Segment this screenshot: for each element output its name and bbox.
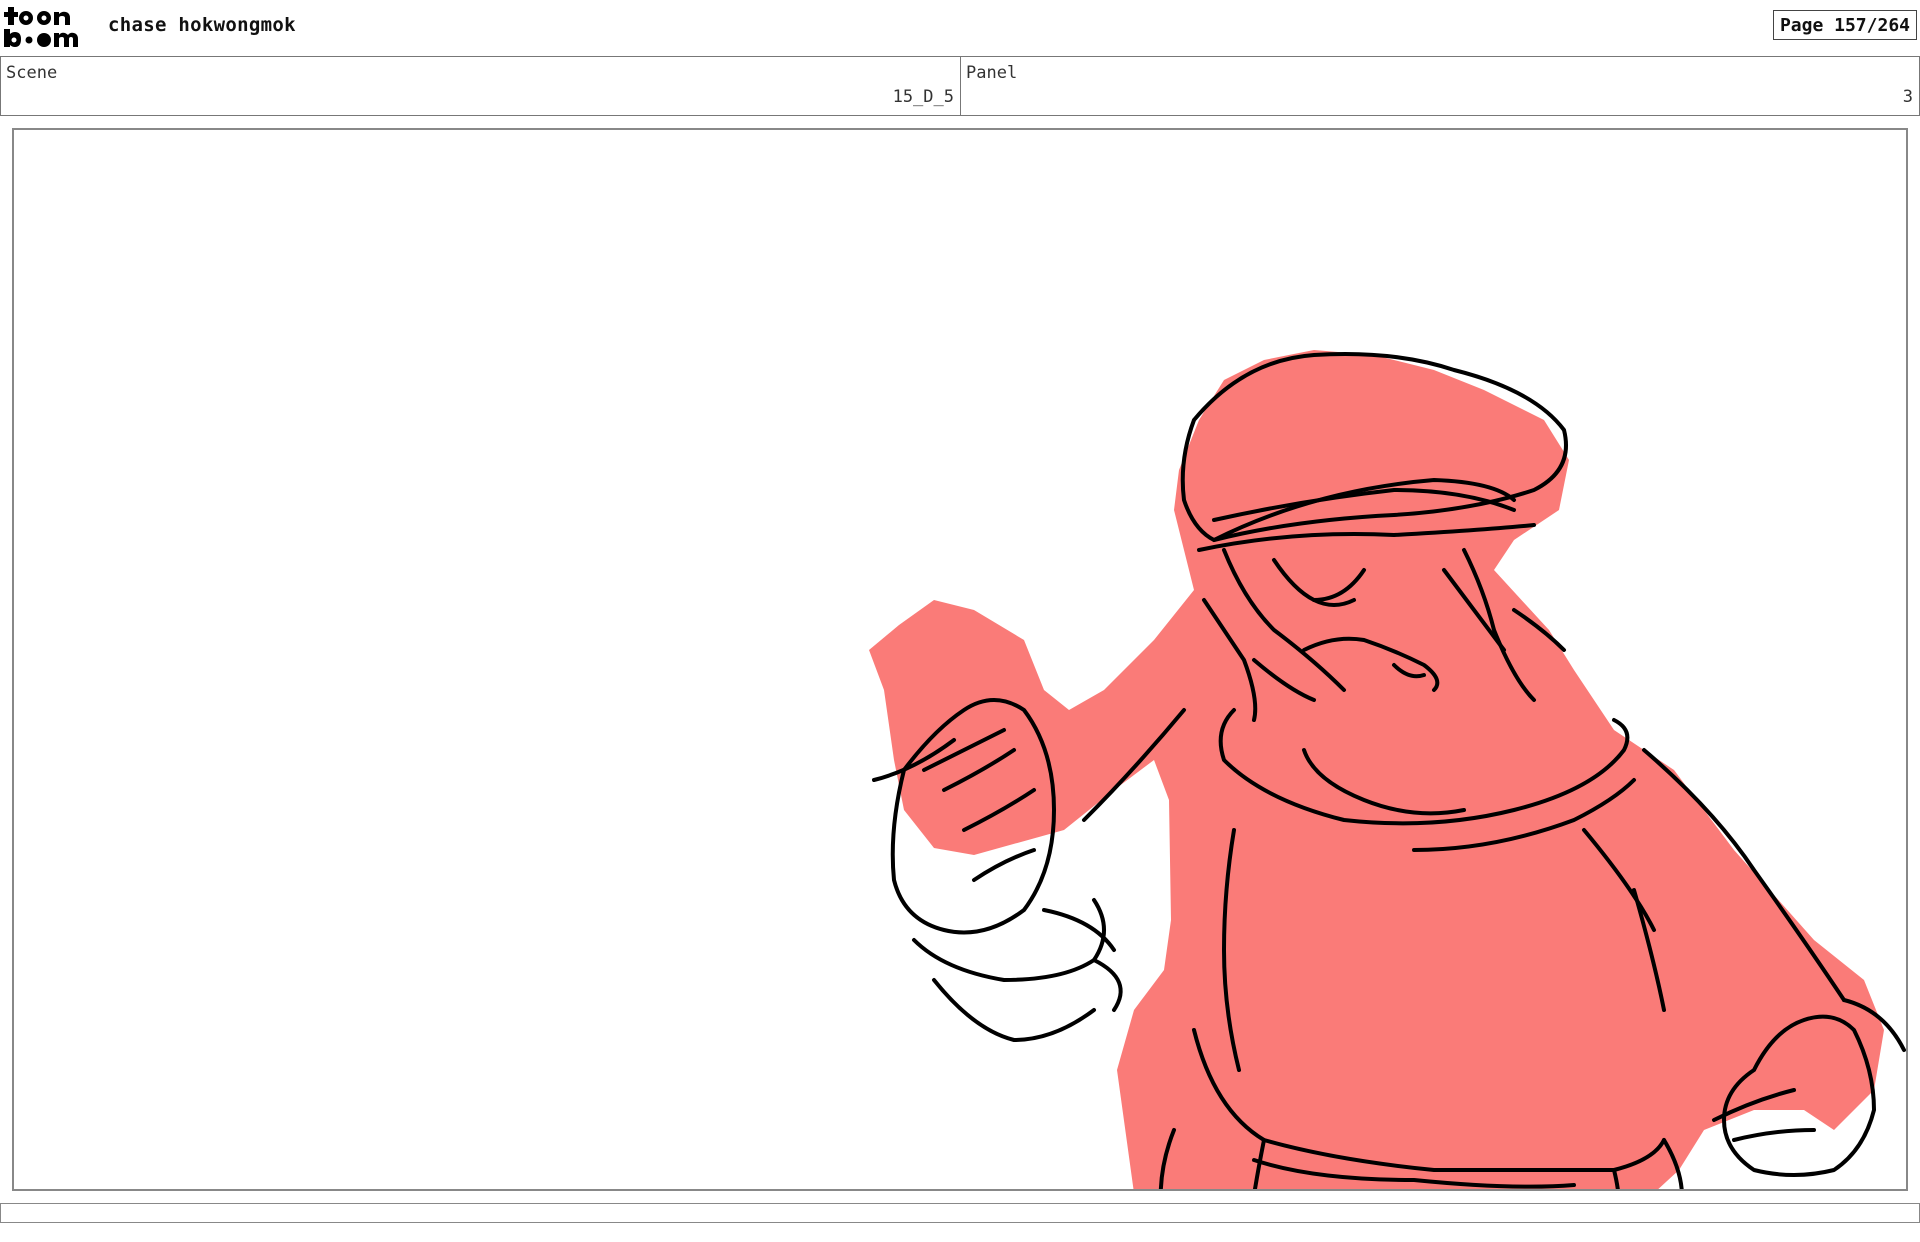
panel-value: 3 — [1902, 87, 1913, 107]
scene-panel-info-row: Scene 15_D_5 Panel 3 — [0, 56, 1920, 116]
storyboard-panel-frame — [12, 128, 1908, 1191]
scene-cell: Scene 15_D_5 — [1, 57, 961, 115]
panel-label: Panel — [966, 63, 1018, 83]
character-sketch — [869, 350, 1906, 1189]
page-counter: Page 157/264 — [1772, 10, 1917, 40]
bottom-dialogue-bar — [0, 1203, 1920, 1223]
author-name: chase hokwongmok — [108, 14, 296, 36]
toon-boom-logo — [2, 4, 92, 50]
scene-value: 15_D_5 — [892, 87, 954, 107]
toon-boom-logo-mark — [4, 7, 78, 47]
panel-cell: Panel 3 — [961, 57, 1919, 115]
scene-label: Scene — [6, 63, 58, 83]
sketch-fill — [869, 350, 1884, 1189]
